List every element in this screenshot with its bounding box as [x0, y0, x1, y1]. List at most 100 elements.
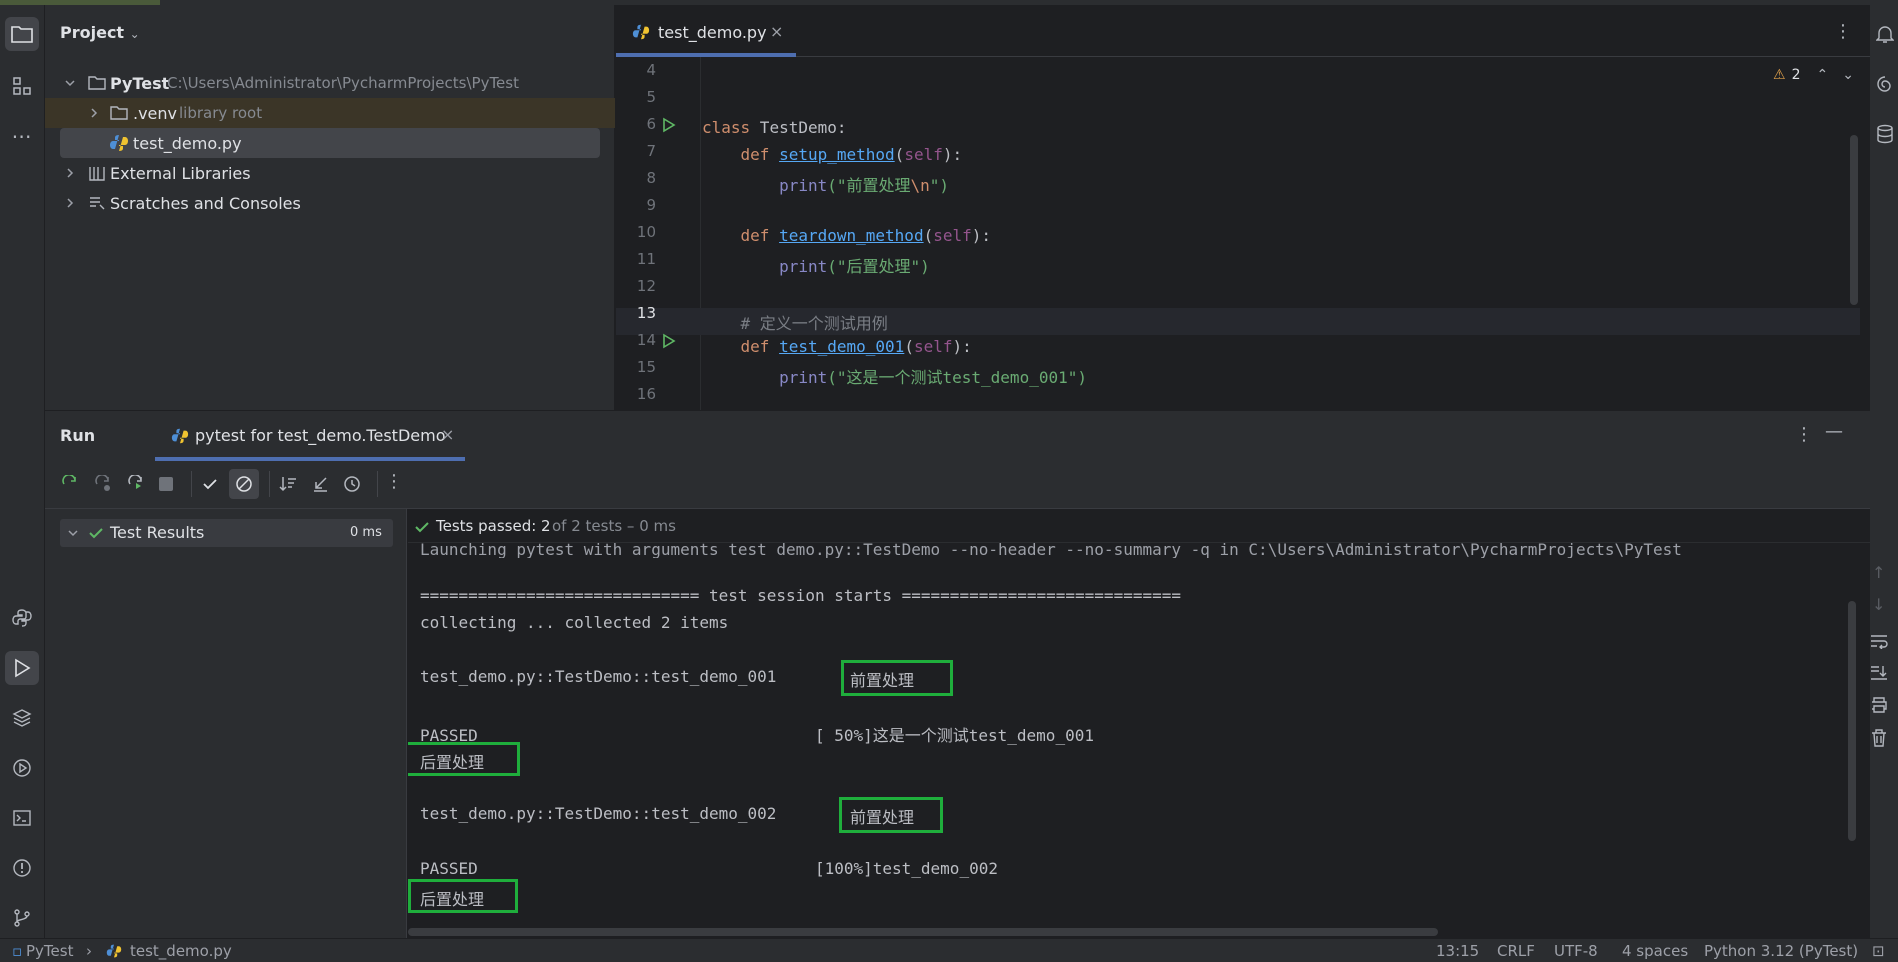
- run-panel: Run pytest for test_demo.TestDemo × ⋮ — …: [45, 411, 1888, 938]
- project-folder-icon[interactable]: [5, 17, 39, 51]
- services-icon[interactable]: [5, 751, 39, 785]
- string: ("这是一个测试test_demo_001"): [827, 368, 1087, 387]
- run-tab-pytest[interactable]: pytest for test_demo.TestDemo ×: [125, 411, 465, 461]
- line-gutter: 4 5 6 7 8 9 10 11 12 13 14 15 16: [616, 57, 700, 410]
- chevron-down-icon[interactable]: [63, 76, 77, 90]
- console-text-area[interactable]: Launching pytest with arguments test_dem…: [408, 543, 1848, 938]
- line-number: 6: [646, 115, 656, 133]
- prev-highlight-icon[interactable]: ⌃: [1816, 67, 1828, 83]
- run-title: Run: [60, 426, 96, 445]
- inspection-widget[interactable]: ⚠ 2 ⌃ ⌄: [1773, 67, 1854, 83]
- tree-item-external-libraries[interactable]: External Libraries: [45, 158, 615, 188]
- show-passed-icon[interactable]: [199, 473, 221, 495]
- console-output[interactable]: Tests passed: 2 of 2 tests – 0 ms Launch…: [408, 509, 1888, 938]
- toolbar-divider: [269, 471, 270, 497]
- console-hscrollbar[interactable]: [408, 928, 1438, 936]
- import-tests-icon[interactable]: [309, 473, 331, 495]
- test-results-tree: Test Results 0 ms: [45, 509, 407, 938]
- show-ignored-icon[interactable]: [229, 469, 259, 499]
- up-arrow-icon[interactable]: ↑: [1872, 563, 1885, 582]
- structure-icon[interactable]: [5, 69, 39, 103]
- toolbar-divider: [377, 471, 378, 497]
- git-icon[interactable]: [5, 901, 39, 935]
- database-icon[interactable]: [1874, 123, 1896, 145]
- next-highlight-icon[interactable]: ⌄: [1842, 67, 1854, 83]
- soft-wrap-icon[interactable]: [1870, 633, 1888, 649]
- tree-item-venv[interactable]: .venv library root: [45, 98, 615, 128]
- code-line[interactable]: def setup_method(self):: [702, 145, 963, 164]
- chevron-right-icon[interactable]: [63, 166, 77, 180]
- rerun-failed-icon[interactable]: [92, 473, 114, 495]
- code-line[interactable]: def test_demo_001(self):: [702, 337, 972, 356]
- sort-icon[interactable]: [277, 473, 299, 495]
- test-history-icon[interactable]: [341, 473, 363, 495]
- tree-item-scratches[interactable]: Scratches and Consoles: [45, 188, 615, 218]
- caret-position[interactable]: 13:15: [1436, 942, 1479, 960]
- tree-item-test-demo[interactable]: test_demo.py: [60, 128, 600, 158]
- breadcrumb-file[interactable]: test_demo.py: [130, 942, 232, 960]
- code-line[interactable]: class TestDemo:: [702, 118, 847, 137]
- rerun-icon[interactable]: [59, 473, 81, 495]
- console-line: Launching pytest with arguments test_dem…: [420, 543, 1682, 558]
- layers-icon[interactable]: [5, 701, 39, 735]
- code-line[interactable]: def teardown_method(self):: [702, 226, 991, 245]
- line-separator[interactable]: CRLF: [1497, 942, 1535, 960]
- lock-icon[interactable]: ⊡: [1872, 942, 1885, 960]
- indent-setting[interactable]: 4 spaces: [1622, 942, 1688, 960]
- chevron-right-icon[interactable]: [63, 196, 77, 210]
- tab-test-demo[interactable]: test_demo.py ×: [616, 5, 796, 57]
- run-gutter-icon[interactable]: [662, 333, 676, 349]
- toggle-auto-test-icon[interactable]: [125, 473, 147, 495]
- code-line[interactable]: print("这是一个测试test_demo_001"): [702, 364, 1087, 388]
- tree-item-root[interactable]: PyTest C:\Users\Administrator\PycharmPro…: [45, 68, 615, 98]
- python-console-icon[interactable]: [5, 601, 39, 635]
- interpreter[interactable]: Python 3.12 (PyTest): [1704, 942, 1858, 960]
- code-text: ):: [942, 145, 963, 164]
- line-number: 16: [636, 385, 656, 403]
- notifications-bell-icon[interactable]: [1874, 23, 1896, 45]
- code-line[interactable]: print("前置处理\n"): [702, 172, 949, 196]
- run-gutter-icon[interactable]: [662, 117, 676, 133]
- run-tool-icon[interactable]: [5, 651, 39, 685]
- more-tools-icon[interactable]: ⋯: [5, 119, 39, 153]
- line-number: 5: [646, 88, 656, 106]
- breadcrumb-project[interactable]: PyTest: [26, 942, 73, 960]
- close-tab-icon[interactable]: ×: [441, 425, 454, 444]
- down-arrow-icon[interactable]: ↓: [1872, 595, 1885, 614]
- tests-passed-label: Tests passed: 2: [436, 517, 551, 535]
- highlight-box: [408, 742, 520, 776]
- param: self: [933, 226, 972, 245]
- minimize-icon[interactable]: —: [1825, 421, 1843, 442]
- chevron-right-icon[interactable]: [87, 106, 101, 120]
- code-line[interactable]: # 定义一个测试用例: [702, 310, 888, 334]
- ai-assistant-icon[interactable]: [1874, 73, 1896, 95]
- chevron-down-icon[interactable]: [66, 526, 80, 540]
- editor-scrollbar[interactable]: [1850, 135, 1858, 305]
- more-options-icon[interactable]: ⋮: [1834, 21, 1852, 42]
- scroll-to-end-icon[interactable]: [1870, 665, 1888, 681]
- folder-icon: [88, 76, 106, 90]
- comment: # 定义一个测试用例: [740, 314, 888, 333]
- test-results-row[interactable]: Test Results 0 ms: [60, 519, 393, 547]
- problems-icon[interactable]: [5, 851, 39, 885]
- stop-icon[interactable]: [159, 477, 173, 491]
- right-tool-stripe: [1870, 5, 1898, 938]
- line-number: 14: [636, 331, 656, 349]
- more-options-icon[interactable]: ⋮: [1795, 424, 1813, 445]
- print-icon[interactable]: [1870, 697, 1888, 713]
- file-encoding[interactable]: UTF-8: [1554, 942, 1598, 960]
- more-options-icon[interactable]: ⋮: [385, 471, 403, 492]
- scratches-label: Scratches and Consoles: [110, 193, 301, 213]
- close-tab-icon[interactable]: ×: [770, 22, 783, 41]
- trash-icon[interactable]: [1871, 729, 1887, 747]
- breadcrumb-separator-icon: ›: [86, 942, 92, 960]
- console-scrollbar[interactable]: [1848, 601, 1856, 841]
- tests-passed-detail: of 2 tests – 0 ms: [552, 517, 676, 535]
- string: "): [929, 176, 950, 195]
- console-line: collecting ... collected 2 items: [420, 613, 729, 632]
- run-panel-header: Run pytest for test_demo.TestDemo × ⋮ —: [45, 411, 1870, 461]
- code-line[interactable]: print("后置处理"): [702, 253, 930, 277]
- run-tab-label: pytest for test_demo.TestDemo: [195, 426, 446, 445]
- terminal-icon[interactable]: [5, 801, 39, 835]
- project-panel-title[interactable]: Project ⌄: [60, 23, 140, 42]
